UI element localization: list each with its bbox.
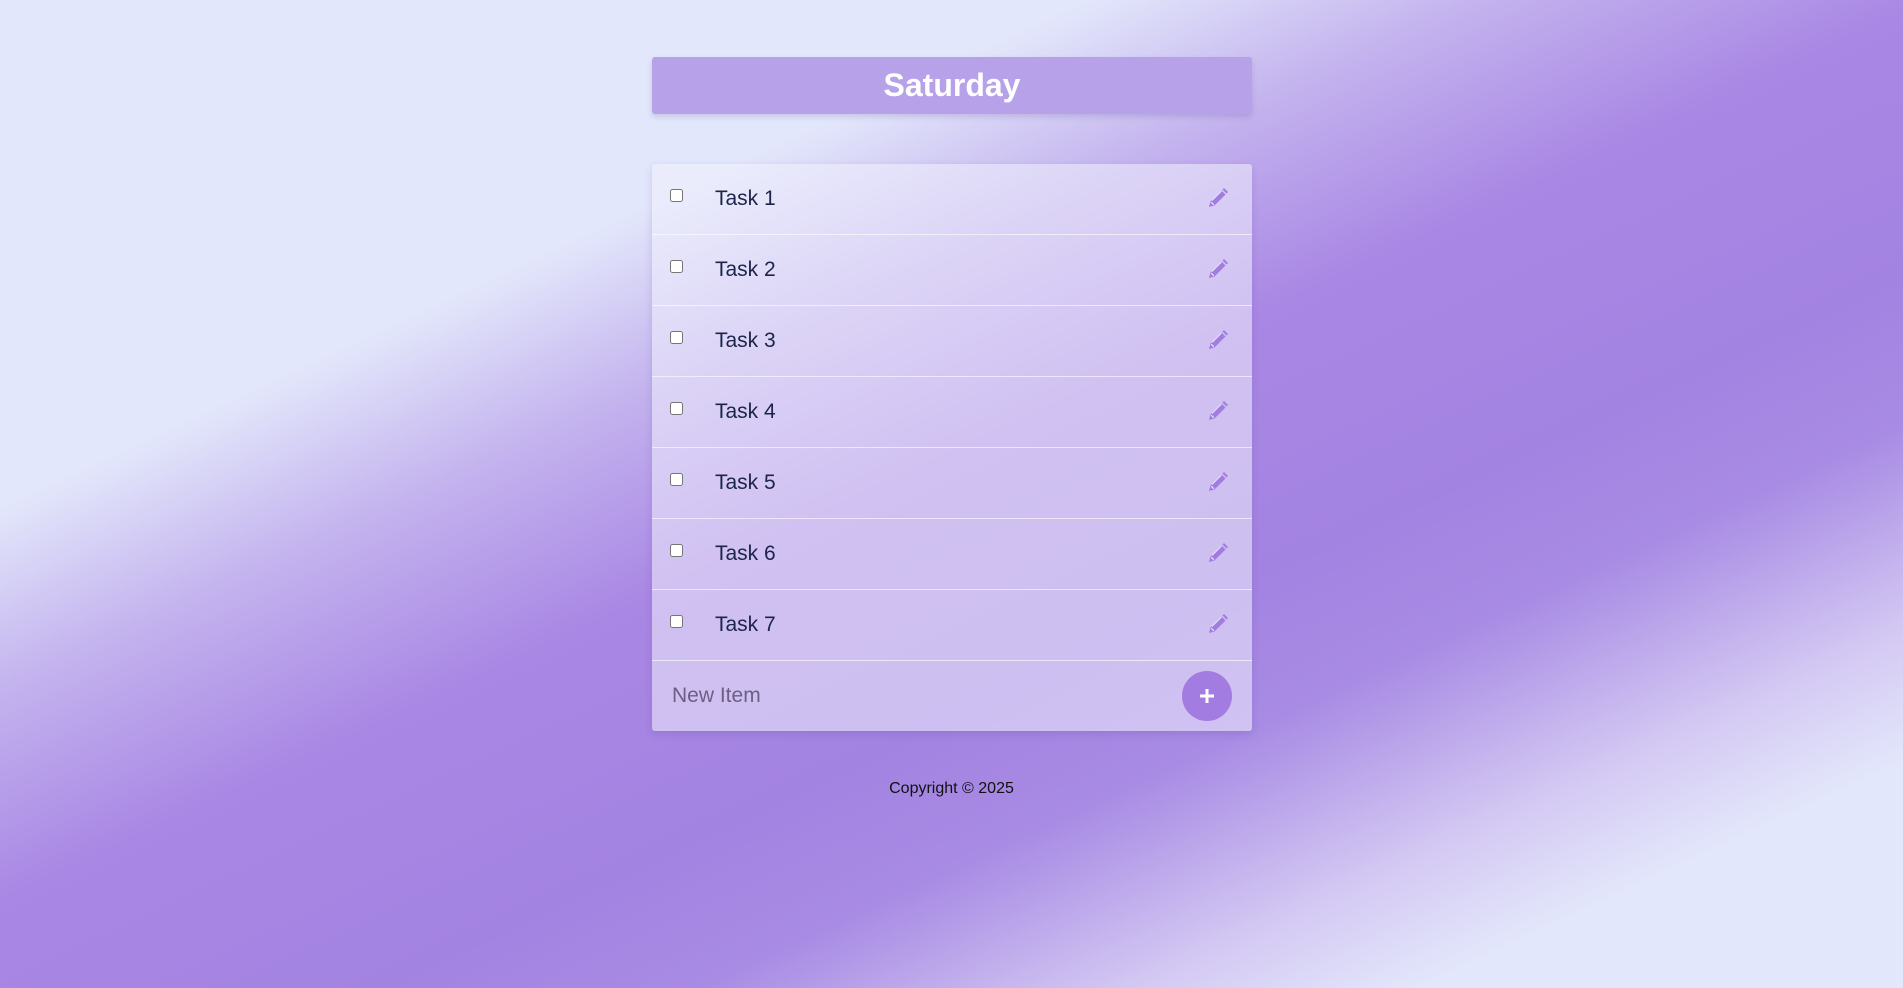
pencil-icon[interactable]: [1206, 328, 1230, 352]
pencil-icon[interactable]: [1206, 399, 1230, 423]
task-row: Task 6: [652, 519, 1252, 590]
task-label: Task 7: [715, 613, 776, 636]
task-label: Task 3: [715, 329, 776, 352]
pencil-icon[interactable]: [1206, 470, 1230, 494]
task-checkbox[interactable]: [670, 189, 683, 202]
todo-card: Task 1 Task 2 Task 3 Task 4 Task 5 Task …: [652, 164, 1252, 731]
task-row: Task 5: [652, 448, 1252, 519]
task-checkbox[interactable]: [670, 260, 683, 273]
task-list: Task 1 Task 2 Task 3 Task 4 Task 5 Task …: [652, 164, 1252, 661]
task-row: Task 4: [652, 377, 1252, 448]
copyright-footer: Copyright © 2025: [889, 780, 1014, 797]
task-checkbox[interactable]: [670, 615, 683, 628]
task-checkbox[interactable]: [670, 473, 683, 486]
task-checkbox[interactable]: [670, 331, 683, 344]
pencil-icon[interactable]: [1206, 541, 1230, 565]
task-row: Task 7: [652, 590, 1252, 661]
task-label: Task 2: [715, 258, 776, 281]
pencil-icon[interactable]: [1206, 186, 1230, 210]
task-row: Task 3: [652, 306, 1252, 377]
task-row: Task 1: [652, 164, 1252, 235]
day-header: Saturday: [652, 57, 1252, 114]
task-label: Task 5: [715, 471, 776, 494]
pencil-icon[interactable]: [1206, 257, 1230, 281]
day-title: Saturday: [883, 67, 1021, 103]
task-row: Task 2: [652, 235, 1252, 306]
task-checkbox[interactable]: [670, 544, 683, 557]
task-checkbox[interactable]: [670, 402, 683, 415]
pencil-icon[interactable]: [1206, 612, 1230, 636]
plus-icon: [1200, 689, 1214, 703]
add-item-button[interactable]: [1182, 671, 1232, 721]
new-item-input[interactable]: [672, 679, 1152, 713]
task-label: Task 6: [715, 542, 776, 565]
task-label: Task 1: [715, 187, 776, 210]
task-label: Task 4: [715, 400, 776, 423]
new-item-row: [652, 661, 1252, 731]
